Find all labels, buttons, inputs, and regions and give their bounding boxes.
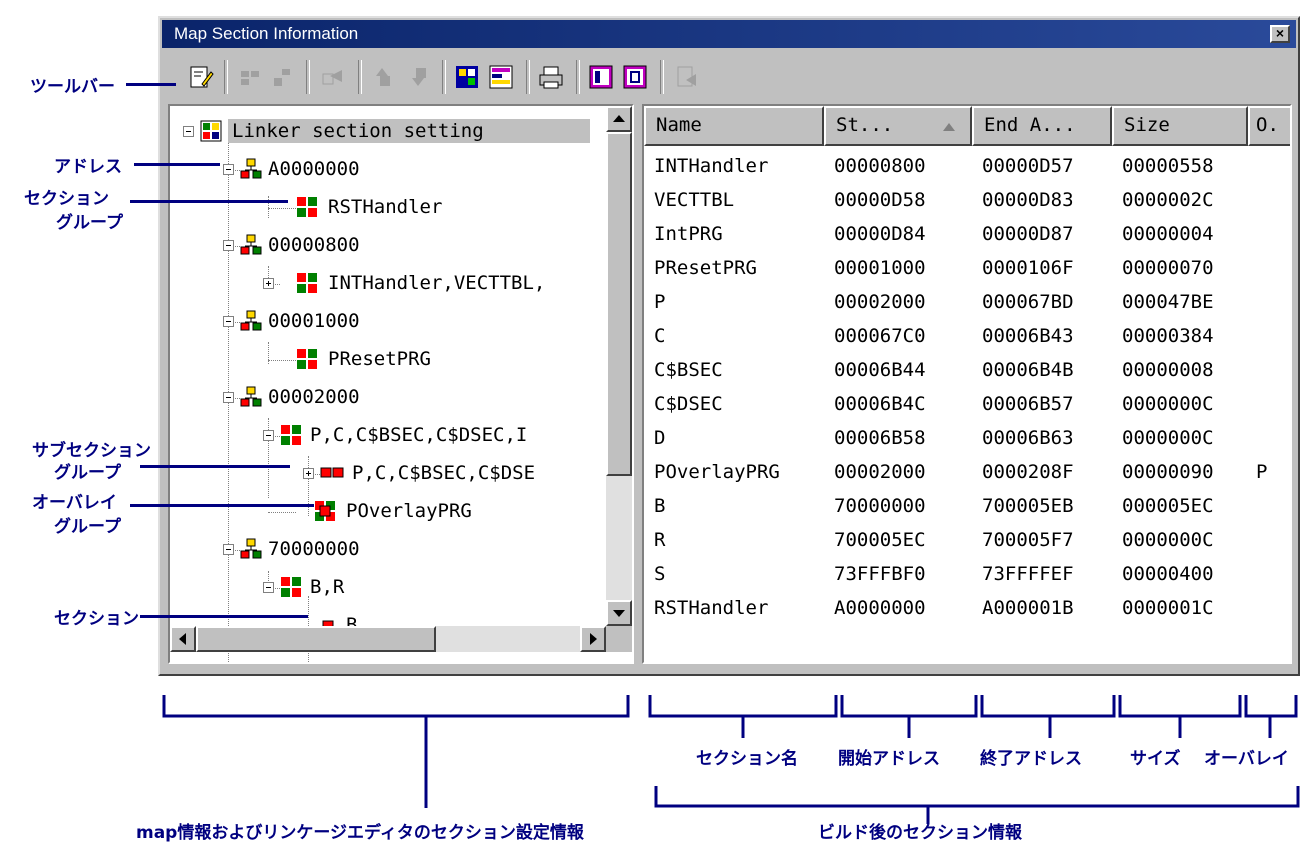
caption-right: ビルド後のセクション情報	[818, 823, 1022, 843]
label-col-size: サイズ	[1130, 749, 1181, 769]
caption-left: map情報およびリンケージエディタのセクション設定情報	[136, 823, 584, 843]
bracket-lines	[162, 695, 1300, 824]
label-col-start: 開始アドレス	[838, 749, 940, 769]
label-col-name: セクション名	[696, 749, 798, 769]
label-col-overlay: オーバレイ	[1204, 749, 1289, 769]
label-col-end: 終了アドレス	[980, 749, 1082, 769]
